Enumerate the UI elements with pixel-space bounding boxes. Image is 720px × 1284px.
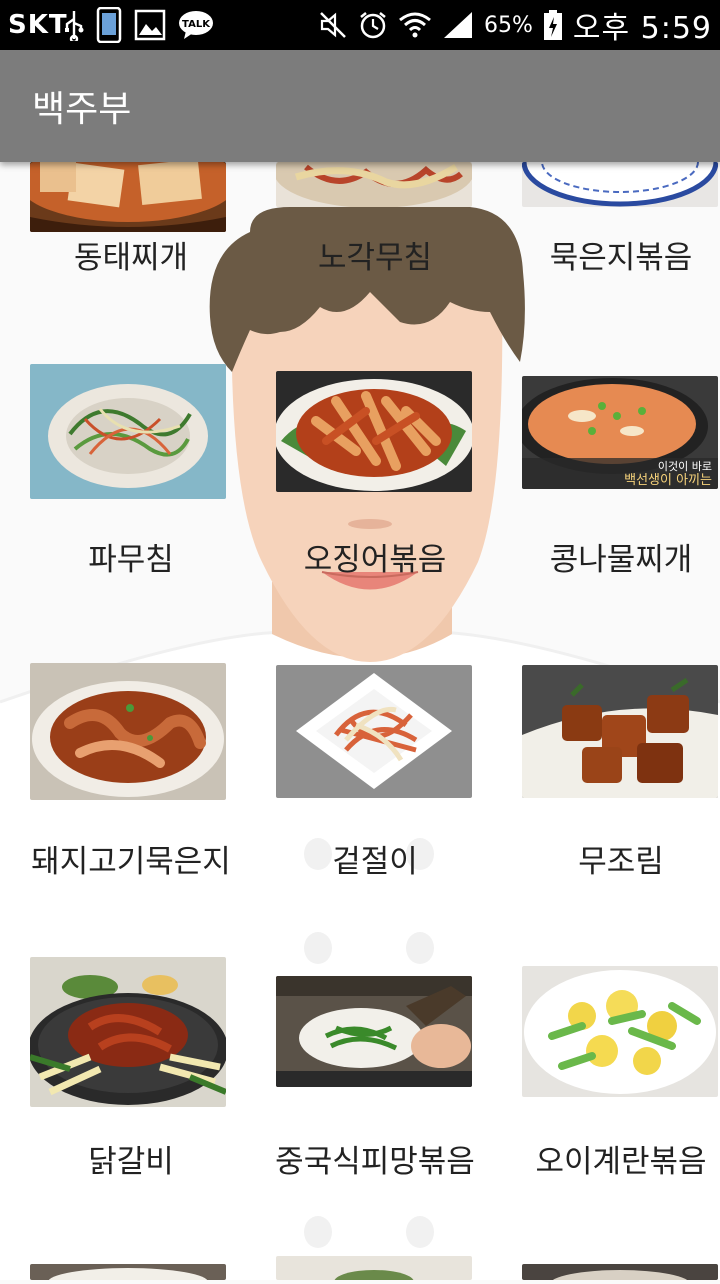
- salad-thumbnail: [276, 162, 472, 207]
- dakgalbi-thumbnail: [30, 957, 226, 1107]
- fresh-kimchi-thumbnail: [276, 665, 472, 798]
- recipe-thumbnail: [30, 1264, 226, 1280]
- svg-text:백선생이 아끼는: 백선생이 아끼는: [624, 473, 712, 488]
- green-onion-salad-thumbnail: [30, 364, 226, 499]
- svg-text:이것이 바로: 이것이 바로: [658, 460, 712, 473]
- recipe-name: 묵은지볶음: [549, 240, 693, 276]
- stew-thumbnail: [30, 162, 226, 232]
- plate-thumbnail: [522, 162, 718, 207]
- recipe-name: 동태찌개: [73, 240, 189, 276]
- bean-sprout-stew-thumbnail: 이것이 바로 백선생이 아끼는: [522, 376, 718, 489]
- pork-kimchi-thumbnail: [30, 663, 226, 800]
- pepper-stirfry-thumbnail: [276, 976, 472, 1087]
- recipe-grid: 동태찌개 노각무침 묵은지볶음 파무침 오징어볶음 이것이 바로 백선생이 아끼…: [0, 0, 720, 1280]
- recipe-name: 닭갈비: [88, 1144, 174, 1180]
- recipe-thumbnail: [522, 1264, 718, 1280]
- recipe-name: 노각무침: [317, 240, 433, 276]
- app-title: 백주부: [32, 89, 132, 130]
- braised-radish-thumbnail: [522, 665, 718, 798]
- recipe-name: 콩나물찌개: [549, 542, 693, 578]
- cucumber-egg-thumbnail: [522, 966, 718, 1097]
- recipe-name: 겉절이: [332, 844, 418, 880]
- recipe-name: 파무침: [88, 542, 174, 578]
- squid-stirfry-thumbnail: [276, 371, 472, 492]
- recipe-name: 오징어볶음: [303, 542, 447, 578]
- recipe-name: 무조림: [578, 844, 664, 880]
- recipe-name: 돼지고기묵은지: [31, 844, 231, 880]
- app-bar: 백주부: [0, 50, 720, 162]
- recipe-thumbnail: [276, 1256, 472, 1280]
- recipe-name: 오이계란볶음: [535, 1144, 707, 1180]
- recipe-name: 중국식피망볶음: [275, 1144, 475, 1180]
